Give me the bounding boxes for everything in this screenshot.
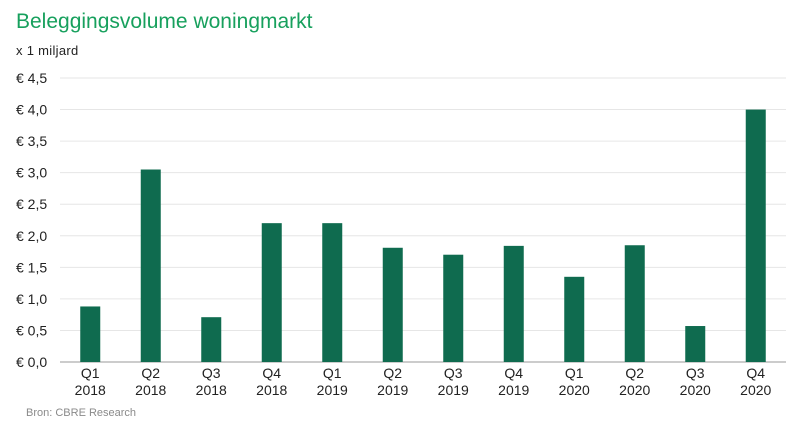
y-tick-label: € 0,0: [16, 354, 47, 370]
gridlines: [60, 77, 786, 363]
y-tick-label: € 1,0: [16, 291, 47, 307]
bar-q2-2019: [382, 247, 403, 362]
y-axis-ticks: € 0,0 € 0,5 € 1,0 € 1,5 € 2,0 € 2,5 € 3,0 € 3,5…: [16, 70, 47, 370]
bar-q3-2019: [443, 254, 464, 362]
x-tick-year: 2019: [438, 382, 469, 398]
bar-q2-2018: [140, 169, 161, 362]
x-tick-year: 2018: [135, 382, 166, 398]
x-tick-year: 2019: [377, 382, 408, 398]
x-tick-year: 2020: [559, 382, 590, 398]
y-tick-label: € 4,0: [16, 102, 47, 118]
y-tick-label: € 4,5: [16, 70, 47, 86]
x-tick-quarter: Q1: [323, 365, 342, 381]
x-axis-ticks: Q12018Q22018Q32018Q42018Q12019Q22019Q320…: [75, 365, 772, 398]
bar-q4-2020: [745, 109, 766, 362]
bar-q4-2019: [503, 245, 524, 362]
y-tick-label: € 3,0: [16, 165, 47, 181]
bar-q2-2020: [624, 245, 645, 362]
bar-q4-2018: [261, 223, 282, 362]
bar-q1-2018: [80, 306, 101, 362]
x-tick-quarter: Q1: [565, 365, 584, 381]
y-tick-label: € 1,5: [16, 259, 47, 275]
x-tick-quarter: Q3: [444, 365, 463, 381]
x-tick-quarter: Q2: [625, 365, 644, 381]
bar-q3-2018: [201, 317, 222, 362]
x-tick-quarter: Q2: [383, 365, 402, 381]
bar-q1-2020: [564, 276, 585, 362]
x-tick-quarter: Q1: [81, 365, 100, 381]
x-tick-year: 2018: [75, 382, 106, 398]
x-tick-year: 2020: [740, 382, 771, 398]
y-tick-label: € 2,5: [16, 196, 47, 212]
x-tick-quarter: Q2: [141, 365, 160, 381]
x-tick-quarter: Q3: [202, 365, 221, 381]
x-tick-year: 2019: [498, 382, 529, 398]
x-tick-quarter: Q4: [746, 365, 765, 381]
x-tick-year: 2020: [619, 382, 650, 398]
bar-chart: € 0,0 € 0,5 € 1,0 € 1,5 € 2,0 € 2,5 € 3,0 € 3,5…: [16, 70, 786, 398]
y-tick-label: € 0,5: [16, 322, 47, 338]
bar-q1-2019: [322, 223, 343, 362]
bar-q3-2020: [685, 326, 706, 362]
y-tick-label: € 2,0: [16, 228, 47, 244]
x-tick-year: 2018: [196, 382, 227, 398]
source-note: Bron: CBRE Research: [26, 407, 137, 419]
x-tick-year: 2018: [256, 382, 287, 398]
x-tick-quarter: Q4: [504, 365, 523, 381]
x-tick-year: 2020: [680, 382, 711, 398]
y-tick-label: € 3,5: [16, 133, 47, 149]
x-tick-quarter: Q3: [686, 365, 705, 381]
x-tick-year: 2019: [317, 382, 348, 398]
x-tick-quarter: Q4: [262, 365, 281, 381]
